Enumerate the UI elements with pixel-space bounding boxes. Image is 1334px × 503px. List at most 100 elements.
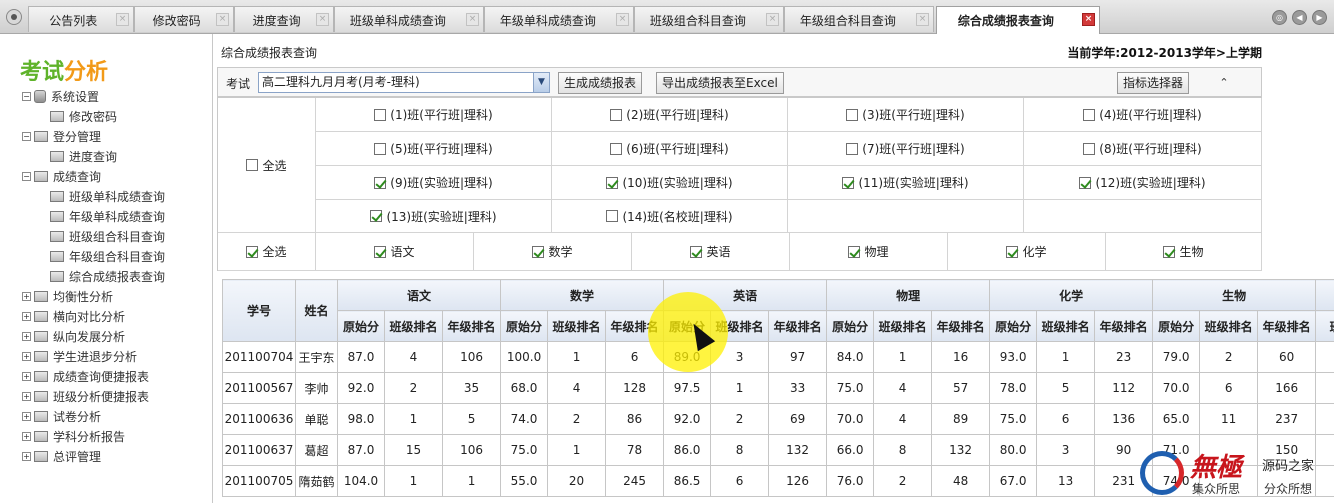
class-select-all[interactable]: 全选 <box>218 98 316 233</box>
class-option[interactable]: (1)班(平行班|理科) <box>316 98 552 132</box>
sidebar-item[interactable]: + 均衡性分析 <box>22 288 113 306</box>
close-icon[interactable]: × <box>316 13 329 26</box>
class-checkbox[interactable] <box>374 108 387 121</box>
class-option[interactable]: (10)班(实验班|理科) <box>552 166 788 200</box>
class-option[interactable]: (2)班(平行班|理科) <box>552 98 788 132</box>
sidebar-item[interactable]: − 登分管理 <box>22 128 101 146</box>
collapse-icon[interactable]: ⌃ <box>1215 74 1233 92</box>
sidebar-item[interactable]: − 成绩查询 <box>22 168 101 186</box>
class-checkbox[interactable] <box>846 142 859 155</box>
close-icon[interactable]: × <box>916 13 929 26</box>
class-checkbox[interactable] <box>606 210 619 222</box>
subject-checkbox[interactable] <box>690 245 703 258</box>
tab-class-single-subject[interactable]: 班级单科成绩查询 × <box>334 6 484 32</box>
tab-progress-query[interactable]: 进度查询 × <box>234 6 334 32</box>
exam-select[interactable]: 高二理科九月月考(月考-理科) ▼ <box>258 72 550 93</box>
expand-toggle-icon[interactable]: + <box>22 412 31 421</box>
class-checkbox[interactable] <box>374 176 387 189</box>
collapse-toggle-icon[interactable]: − <box>22 132 31 141</box>
sidebar-item[interactable]: + 试卷分析 <box>22 408 101 426</box>
chevron-down-icon[interactable]: ▼ <box>533 73 549 92</box>
sidebar-item[interactable]: 班级组合科目查询 <box>50 228 165 246</box>
class-option[interactable]: (5)班(平行班|理科) <box>316 132 552 166</box>
indicator-selector-button[interactable]: 指标选择器 <box>1117 72 1190 94</box>
expand-toggle-icon[interactable]: + <box>22 372 31 381</box>
class-checkbox[interactable] <box>610 108 623 121</box>
class-checkbox[interactable] <box>610 142 623 155</box>
subject-option[interactable]: 化学 <box>948 233 1106 271</box>
close-icon[interactable]: × <box>766 13 779 26</box>
sidebar-item[interactable]: 年级单科成绩查询 <box>50 208 165 226</box>
close-icon[interactable]: × <box>616 13 629 26</box>
class-option[interactable]: (12)班(实验班|理科) <box>1024 166 1262 200</box>
subject-option[interactable]: 物理 <box>790 233 948 271</box>
close-icon[interactable]: × <box>466 13 479 26</box>
class-checkbox[interactable] <box>1079 176 1092 189</box>
sidebar-item[interactable]: + 学科分析报告 <box>22 428 125 446</box>
class-checkbox[interactable] <box>606 176 619 189</box>
sidebar-item[interactable]: + 成绩查询便捷报表 <box>22 368 149 386</box>
expand-toggle-icon[interactable]: + <box>22 292 31 301</box>
expand-toggle-icon[interactable]: + <box>22 332 31 341</box>
close-icon[interactable]: × <box>216 13 229 26</box>
sidebar-item[interactable]: 年级组合科目查询 <box>50 248 165 266</box>
subject-checkbox[interactable] <box>1006 245 1019 258</box>
subject-checkbox[interactable] <box>1163 245 1176 258</box>
subject-option[interactable]: 数学 <box>474 233 632 271</box>
sidebar-item[interactable]: + 横向对比分析 <box>22 308 125 326</box>
sidebar-item[interactable]: + 学生进退步分析 <box>22 348 137 366</box>
chevron-right-icon[interactable]: ▶ <box>1312 10 1327 25</box>
subject-option[interactable]: 生物 <box>1106 233 1262 271</box>
tab-class-combined-subject[interactable]: 班级组合科目查询 × <box>634 6 784 32</box>
subject-checkbox[interactable] <box>848 245 861 258</box>
close-icon[interactable]: × <box>1082 13 1095 26</box>
tab-comprehensive-report[interactable]: 综合成绩报表查询 × <box>936 6 1100 34</box>
class-option[interactable]: (11)班(实验班|理科) <box>788 166 1024 200</box>
tab-list-icon[interactable]: ◎ <box>1272 10 1287 25</box>
class-checkbox[interactable] <box>374 142 387 155</box>
class-option[interactable]: (13)班(实验班|理科) <box>316 200 552 233</box>
sidebar-item[interactable]: 修改密码 <box>50 108 117 126</box>
sidebar-item[interactable]: + 纵向发展分析 <box>22 328 125 346</box>
class-option[interactable]: (14)班(名校班|理科) <box>552 200 788 233</box>
class-checkbox[interactable] <box>1083 108 1096 121</box>
collapse-toggle-icon[interactable]: − <box>22 92 31 101</box>
class-option[interactable]: (6)班(平行班|理科) <box>552 132 788 166</box>
sidebar-item[interactable]: 班级单科成绩查询 <box>50 188 165 206</box>
class-option[interactable]: (9)班(实验班|理科) <box>316 166 552 200</box>
collapse-toggle-icon[interactable]: − <box>22 172 31 181</box>
sidebar-item[interactable]: + 班级分析便捷报表 <box>22 388 149 406</box>
subject-checkbox[interactable] <box>374 245 387 258</box>
class-option[interactable]: (3)班(平行班|理科) <box>788 98 1024 132</box>
class-checkbox[interactable] <box>1083 142 1096 155</box>
home-icon[interactable] <box>6 9 22 25</box>
subject-select-all-checkbox[interactable] <box>246 245 259 258</box>
tab-grade-single-subject[interactable]: 年级单科成绩查询 × <box>484 6 634 32</box>
class-checkbox[interactable] <box>370 210 383 222</box>
chevron-left-icon[interactable]: ◀ <box>1292 10 1307 25</box>
export-excel-button[interactable]: 导出成绩报表至Excel <box>656 72 784 94</box>
expand-toggle-icon[interactable]: + <box>22 432 31 441</box>
expand-toggle-icon[interactable]: + <box>22 312 31 321</box>
subject-option[interactable]: 英语 <box>632 233 790 271</box>
sidebar-item[interactable]: − 系统设置 <box>22 88 99 106</box>
class-option[interactable]: (7)班(平行班|理科) <box>788 132 1024 166</box>
tab-grade-combined-subject[interactable]: 年级组合科目查询 × <box>784 6 934 32</box>
tab-change-password[interactable]: 修改密码 × <box>134 6 234 32</box>
sidebar-item[interactable]: 进度查询 <box>50 148 117 166</box>
class-option[interactable]: (8)班(平行班|理科) <box>1024 132 1262 166</box>
subject-option[interactable]: 语文 <box>316 233 474 271</box>
sidebar-item[interactable]: 综合成绩报表查询 <box>50 268 165 286</box>
subject-checkbox[interactable] <box>532 245 545 258</box>
tab-announcements[interactable]: 公告列表 × <box>28 6 134 32</box>
expand-toggle-icon[interactable]: + <box>22 392 31 401</box>
class-option[interactable]: (4)班(平行班|理科) <box>1024 98 1262 132</box>
close-icon[interactable]: × <box>116 13 129 26</box>
expand-toggle-icon[interactable]: + <box>22 352 31 361</box>
expand-toggle-icon[interactable]: + <box>22 452 31 461</box>
class-checkbox[interactable] <box>842 176 855 189</box>
sidebar-item[interactable]: + 总评管理 <box>22 448 101 466</box>
class-select-all-checkbox[interactable] <box>246 159 259 171</box>
subject-select-all[interactable]: 全选 <box>218 233 316 271</box>
class-checkbox[interactable] <box>846 108 859 121</box>
